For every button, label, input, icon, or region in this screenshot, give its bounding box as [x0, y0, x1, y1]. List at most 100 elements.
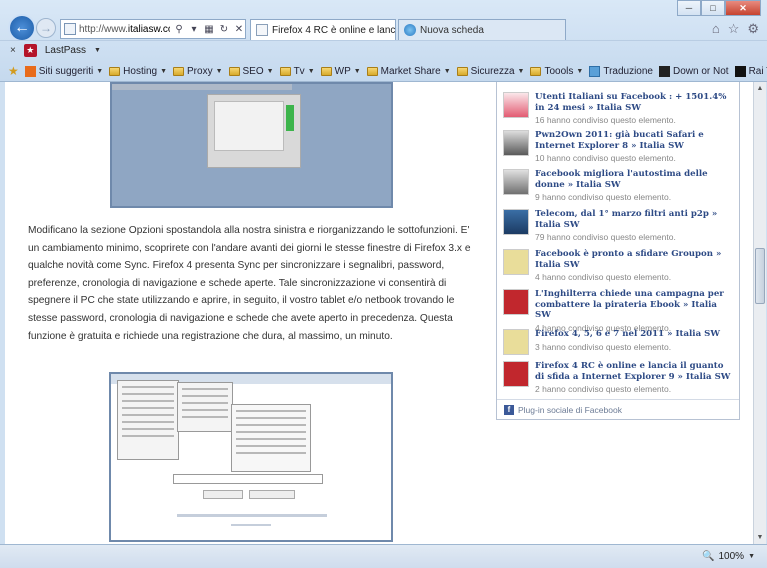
list-item[interactable]: Firefox 4 RC è online e lancia il guanto… — [503, 361, 735, 394]
share-count: 4 hanno condiviso questo elemento. — [535, 272, 672, 282]
vertical-scrollbar[interactable]: ▲ ▼ — [753, 82, 766, 544]
item-title-link[interactable]: Firefox 4, 5, 6 e 7 nel 2011 » Italia SW — [535, 329, 735, 340]
status-bar: 🔍 100% ▼ — [0, 544, 767, 568]
favorite-seo[interactable]: SEO ▼ — [228, 66, 274, 77]
address-bar[interactable]: http://www.italiasw.com/r ⚲ ▾ ▦ ↻ ✕ — [60, 19, 246, 39]
favorite-hosting[interactable]: Hosting ▼ — [109, 66, 167, 77]
url-domain: italiasw.com — [127, 23, 170, 35]
lastpass-button[interactable]: LastPass — [45, 45, 86, 56]
chevron-down-icon[interactable]: ▼ — [748, 553, 755, 560]
tab-label: Firefox 4 RC è online e lanci... — [272, 24, 396, 36]
favorites-star-icon[interactable]: ☆ — [728, 21, 740, 37]
item-title-link[interactable]: Telecom, dal 1° marzo filtri anti p2p » … — [535, 209, 735, 230]
favorite-wp[interactable]: WP ▼ — [320, 65, 361, 77]
folder-icon — [228, 66, 240, 76]
favorite-sicurezza[interactable]: Sicurezza ▼ — [456, 66, 525, 77]
chevron-down-icon: ▼ — [517, 67, 525, 75]
article-screenshot-2 — [109, 372, 393, 542]
screenshot-dialog — [207, 94, 301, 168]
share-count: 10 hanno condiviso questo elemento. — [535, 153, 676, 163]
tab-new[interactable]: Nuova scheda — [398, 19, 566, 40]
favorite-market-share[interactable]: Market Share ▼ — [366, 66, 451, 77]
list-item[interactable]: Firefox 4, 5, 6 e 7 nel 2011 » Italia SW… — [503, 329, 735, 355]
window-controls: ─ □ ✕ — [677, 0, 761, 16]
favorite-label: Tv — [293, 65, 305, 77]
chevron-down-icon: ▼ — [307, 67, 315, 75]
dropdown-icon[interactable]: ▾ — [188, 24, 200, 35]
list-item[interactable]: L'Inghilterra chiede una campagna per co… — [503, 289, 735, 333]
tab-firefox-article[interactable]: Firefox 4 RC è online e lanci... ✕ — [250, 19, 396, 40]
favorite-rai-tv[interactable]: Rai TV — [734, 65, 767, 77]
list-item[interactable]: Pwn2Own 2011: già bucati Safari e Intern… — [503, 130, 735, 163]
screenshot-button — [203, 490, 243, 499]
favorites-star-icon[interactable]: ★ — [8, 64, 19, 78]
stop-icon[interactable]: ✕ — [233, 24, 245, 35]
zoom-level[interactable]: 100% — [718, 551, 744, 562]
ie-icon — [404, 24, 416, 36]
favorite-proxy[interactable]: Proxy ▼ — [173, 66, 223, 77]
list-item[interactable]: Facebook è pronto a sfidare Groupon » It… — [503, 249, 735, 282]
screenshot-options-menu — [231, 404, 311, 472]
folder-icon — [456, 66, 468, 76]
close-window-button[interactable]: ✕ — [725, 0, 761, 16]
back-arrow-icon: ← — [14, 19, 30, 36]
translate-icon — [589, 65, 601, 77]
screenshot-strip — [112, 84, 292, 90]
favorite-label: WP — [334, 65, 351, 77]
scroll-down-icon[interactable]: ▼ — [754, 531, 766, 544]
pwn2own-thumbnail — [503, 130, 529, 156]
facebook-plugin-footer: f Plug-in sociale di Facebook — [497, 399, 739, 419]
close-toolbar-icon[interactable]: × — [10, 45, 16, 56]
favorite-label: Down or Not — [673, 65, 729, 77]
share-count: 9 hanno condiviso questo elemento. — [535, 192, 672, 202]
compatibility-view-icon[interactable]: ▦ — [203, 24, 215, 35]
screenshot-menu — [117, 380, 179, 460]
folder-icon — [173, 66, 185, 76]
item-title-link[interactable]: Firefox 4 RC è online e lancia il guanto… — [535, 361, 735, 382]
facebook-icon: f — [504, 404, 514, 415]
item-title-link[interactable]: Utenti Italiani su Facebook : + 1501.4% … — [535, 92, 735, 113]
item-title-link[interactable]: L'Inghilterra chiede una campagna per co… — [535, 289, 735, 321]
refresh-icon[interactable]: ↻ — [218, 24, 230, 35]
zoom-icon: 🔍 — [702, 551, 715, 562]
scrollbar-thumb[interactable] — [755, 248, 765, 304]
favorite-toools[interactable]: Toools ▼ — [530, 66, 583, 77]
favorite-traduzione[interactable]: Traduzione — [589, 65, 653, 77]
minimize-button[interactable]: ─ — [677, 0, 701, 16]
folder-icon — [366, 66, 378, 76]
chevron-down-icon: ▼ — [215, 67, 223, 75]
screenshot-submenu — [177, 382, 233, 432]
home-icon[interactable]: ⌂ — [712, 21, 720, 37]
down-or-not-icon — [659, 65, 670, 77]
maximize-button[interactable]: □ — [701, 0, 725, 16]
item-title-link[interactable]: Pwn2Own 2011: già bucati Safari e Intern… — [535, 130, 735, 151]
page-icon — [64, 23, 76, 35]
list-item[interactable]: Facebook migliora l'autostima delle donn… — [503, 169, 735, 202]
search-icon[interactable]: ⚲ — [173, 24, 185, 35]
item-title-link[interactable]: Facebook migliora l'autostima delle donn… — [535, 169, 735, 190]
page-favicon-icon — [256, 24, 268, 36]
favorite-siti-suggeriti[interactable]: Siti suggeriti ▼ — [24, 65, 103, 77]
browser-chrome: ← → http://www.italiasw.com/r ⚲ ▾ ▦ ↻ ✕ … — [0, 0, 767, 82]
facebook-thumbnail — [503, 169, 529, 195]
telecom-thumbnail — [503, 209, 529, 235]
browser-tools: ⌂ ☆ ⚙ — [712, 21, 759, 37]
siti-suggeriti-icon — [24, 65, 36, 77]
list-item[interactable]: Telecom, dal 1° marzo filtri anti p2p » … — [503, 209, 735, 242]
chevron-down-icon[interactable]: ▼ — [94, 47, 101, 54]
item-title-link[interactable]: Facebook è pronto a sfidare Groupon » It… — [535, 249, 735, 270]
folder-icon — [530, 66, 542, 76]
favorite-tv[interactable]: Tv ▼ — [279, 65, 315, 77]
list-item[interactable]: Utenti Italiani su Facebook : + 1501.4% … — [503, 92, 735, 125]
favorite-label: Traduzione — [603, 65, 653, 77]
tab-label: Nuova scheda — [420, 24, 484, 36]
forward-button[interactable]: → — [36, 18, 56, 38]
back-button[interactable]: ← — [8, 14, 36, 42]
placeholder-thumbnail — [503, 329, 529, 355]
plugin-footer-link[interactable]: Plug-in sociale di Facebook — [518, 405, 622, 415]
favorite-down-or-not[interactable]: Down or Not — [659, 65, 729, 77]
gear-icon[interactable]: ⚙ — [747, 21, 759, 37]
scroll-up-icon[interactable]: ▲ — [754, 82, 766, 95]
address-url[interactable]: http://www.italiasw.com/r — [79, 24, 170, 35]
url-prefix: http://www. — [79, 23, 128, 35]
